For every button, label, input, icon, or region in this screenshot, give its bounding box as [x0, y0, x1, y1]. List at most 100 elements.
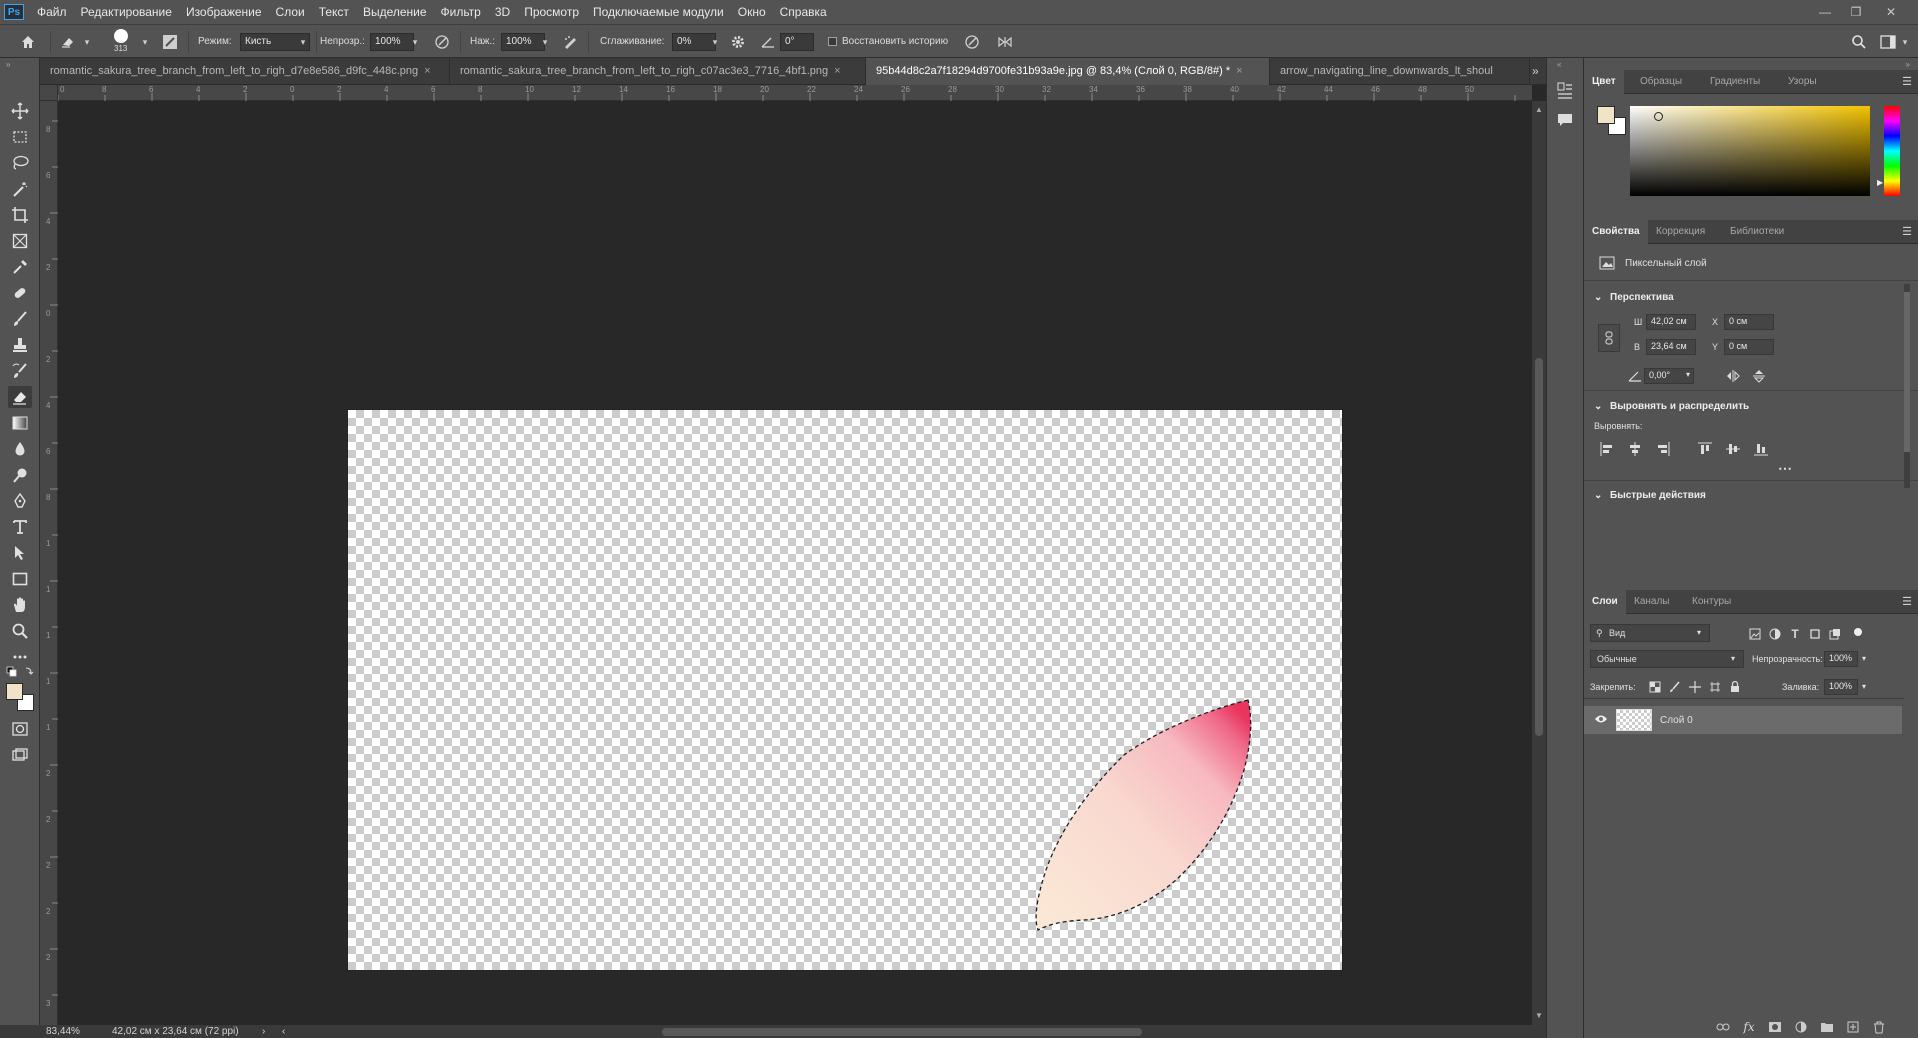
move-tool-icon[interactable]	[8, 100, 32, 122]
tab-gradients[interactable]: Градиенты	[1702, 70, 1768, 94]
tab-document-4[interactable]: arrow_navigating_line_downwards_lt_shoul	[1270, 58, 1530, 85]
smoothing-settings-gear-icon[interactable]	[728, 32, 748, 52]
panel-collapse-icon[interactable]: «	[1557, 60, 1561, 69]
tab-color[interactable]: Цвет	[1584, 70, 1624, 94]
tab-close-icon[interactable]: ×	[424, 65, 430, 77]
menu-window[interactable]: Окно	[731, 0, 773, 24]
align-chevron-icon[interactable]: ⌄	[1594, 401, 1602, 412]
quick-mask-icon[interactable]	[8, 718, 32, 740]
align-top-edges-icon[interactable]	[1696, 440, 1714, 458]
more-options-icon[interactable]: ⋯	[1778, 460, 1792, 477]
document-canvas[interactable]	[347, 409, 1343, 971]
align-vertical-centers-icon[interactable]	[1724, 440, 1742, 458]
filter-shape-layers-icon[interactable]	[1806, 625, 1824, 643]
hue-slider-marker-icon[interactable]: ▶	[1877, 178, 1883, 187]
tab-close-icon[interactable]: ×	[1236, 65, 1242, 77]
properties-scrollbar[interactable]	[1904, 284, 1910, 488]
align-horizontal-centers-icon[interactable]	[1626, 440, 1644, 458]
blur-tool-icon[interactable]	[8, 438, 32, 460]
align-left-edges-icon[interactable]	[1598, 440, 1616, 458]
section-align-distribute[interactable]: Выровнять и распределить	[1610, 401, 1749, 412]
pressure-dropdown-icon[interactable]: ▾	[538, 33, 552, 51]
vertical-scrollbar[interactable]: ▲ ▼	[1532, 101, 1546, 1025]
more-tabs-icon[interactable]: »	[1532, 64, 1539, 78]
add-mask-icon[interactable]	[1766, 1018, 1784, 1036]
flip-vertical-icon[interactable]	[1750, 367, 1768, 385]
panel-menu-icon[interactable]: ☰	[1902, 75, 1912, 88]
scroll-up-icon[interactable]: ▲	[1535, 105, 1543, 114]
filter-adjustment-layers-icon[interactable]	[1766, 625, 1784, 643]
filter-toggle-icon[interactable]	[1854, 628, 1862, 636]
workspace-icon[interactable]	[1878, 32, 1898, 52]
canvas-area[interactable]	[58, 101, 1532, 1025]
tab-document-1[interactable]: romantic_sakura_tree_branch_from_left_to…	[40, 58, 450, 85]
menu-3d[interactable]: 3D	[488, 0, 517, 24]
layer-opacity-input[interactable]: 100%	[1824, 651, 1858, 667]
zoom-tool-icon[interactable]	[8, 620, 32, 642]
section-perspective[interactable]: Перспектива	[1610, 292, 1674, 303]
tab-document-active[interactable]: 95b44d8c2a7f18294d9700fe31b93a9e.jpg @ 8…	[866, 58, 1270, 85]
menu-filter[interactable]: Фильтр	[434, 0, 488, 24]
scroll-left-icon[interactable]: ‹	[282, 1026, 285, 1037]
fill-input[interactable]: 100%	[1824, 679, 1858, 695]
clone-stamp-tool-icon[interactable]	[8, 334, 32, 356]
restore-icon[interactable]: ❐	[1841, 0, 1871, 24]
tab-patterns[interactable]: Узоры	[1780, 70, 1825, 94]
fill-dropdown-icon[interactable]: ▾	[1862, 682, 1866, 691]
opacity-dropdown-icon[interactable]: ▾	[1862, 654, 1866, 663]
menu-view[interactable]: Просмотр	[517, 0, 586, 24]
lasso-tool-icon[interactable]	[8, 152, 32, 174]
tab-properties[interactable]: Свойства	[1584, 220, 1648, 244]
properties-scroll-thumb[interactable]	[1904, 292, 1910, 452]
mode-dropdown-icon[interactable]: ▾	[296, 33, 310, 51]
filter-type-layers-icon[interactable]: T	[1786, 625, 1804, 643]
magic-wand-tool-icon[interactable]	[8, 178, 32, 200]
eraser-tool-preset-icon[interactable]	[58, 32, 78, 52]
filter-smart-objects-icon[interactable]	[1826, 625, 1844, 643]
eraser-tool-icon[interactable]	[8, 386, 32, 408]
hand-tool-icon[interactable]	[8, 594, 32, 616]
tab-swatches[interactable]: Образцы	[1632, 70, 1690, 94]
menu-type[interactable]: Текст	[312, 0, 356, 24]
layer-name[interactable]: Слой 0	[1660, 715, 1693, 726]
perspective-chevron-icon[interactable]: ⌄	[1594, 292, 1602, 303]
filter-pixel-layers-icon[interactable]	[1746, 625, 1764, 643]
path-selection-tool-icon[interactable]	[8, 542, 32, 564]
default-colors-icon[interactable]	[6, 666, 34, 678]
dodge-tool-icon[interactable]	[8, 464, 32, 486]
color-picker-cursor[interactable]	[1654, 112, 1663, 121]
align-bottom-edges-icon[interactable]	[1752, 440, 1770, 458]
brush-angle-input[interactable]: 0°	[780, 33, 814, 51]
tab-libraries[interactable]: Библиотеки	[1722, 220, 1792, 244]
gradient-tool-icon[interactable]	[8, 412, 32, 434]
quick-actions-chevron-icon[interactable]: ⌄	[1594, 490, 1602, 501]
close-icon[interactable]: ✕	[1876, 0, 1906, 24]
screen-mode-icon[interactable]	[8, 744, 32, 766]
menu-help[interactable]: Справка	[773, 0, 834, 24]
tab-document-2[interactable]: romantic_sakura_tree_branch_from_left_to…	[450, 58, 866, 85]
rectangle-tool-icon[interactable]	[8, 568, 32, 590]
angle-dropdown-icon[interactable]: ▾	[1686, 370, 1690, 379]
panel-collapse-icon[interactable]: »	[1906, 60, 1910, 69]
flip-horizontal-icon[interactable]	[1724, 367, 1742, 385]
lock-artboard-icon[interactable]	[1706, 678, 1724, 696]
delete-layer-trash-icon[interactable]	[1870, 1018, 1888, 1036]
new-layer-icon[interactable]	[1844, 1018, 1862, 1036]
x-input[interactable]: 0 см	[1724, 314, 1774, 330]
width-input[interactable]: 42,02 см	[1646, 314, 1696, 330]
frame-tool-icon[interactable]	[8, 230, 32, 252]
eyedropper-tool-icon[interactable]	[8, 256, 32, 278]
workspace-dropdown-icon[interactable]: ▾	[1898, 33, 1912, 51]
lock-transparent-pixels-icon[interactable]	[1646, 678, 1664, 696]
height-input[interactable]: 23,64 см	[1646, 339, 1696, 355]
panel-collapse-icon[interactable]: »	[6, 60, 10, 69]
blend-mode-select[interactable]: Обычные ▾	[1590, 650, 1744, 668]
tab-channels[interactable]: Каналы	[1626, 590, 1678, 614]
link-layers-icon[interactable]	[1714, 1018, 1732, 1036]
pressure-size-icon[interactable]	[962, 32, 982, 52]
history-panel-icon[interactable]	[1557, 82, 1573, 100]
type-tool-icon[interactable]	[8, 516, 32, 538]
foreground-color-swatch[interactable]	[6, 683, 23, 700]
adjustment-layer-icon[interactable]	[1792, 1018, 1810, 1036]
status-menu-icon[interactable]: ›	[262, 1026, 265, 1037]
